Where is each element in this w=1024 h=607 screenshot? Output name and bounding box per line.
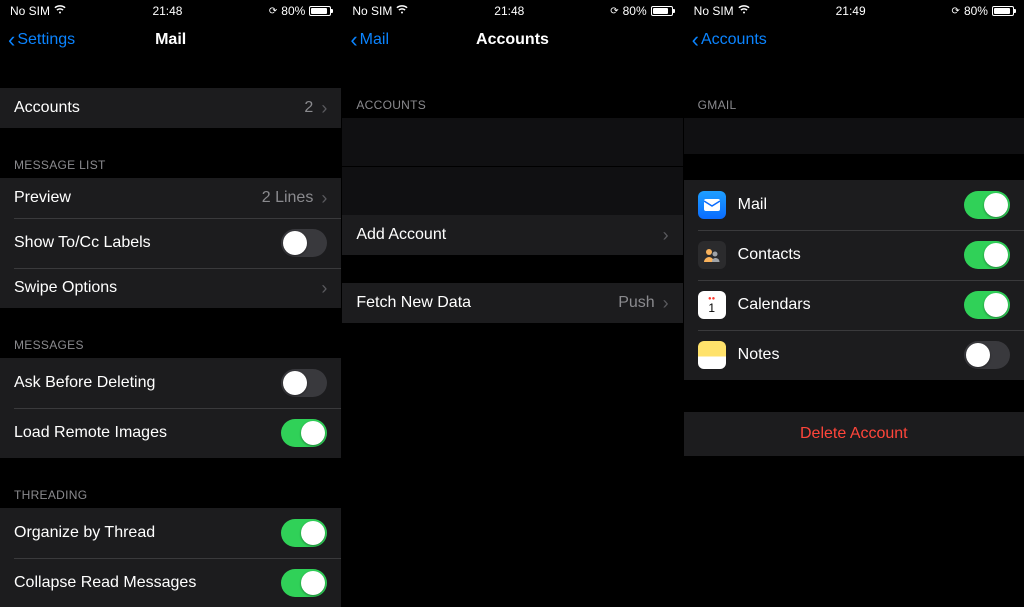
- cell-label: Accounts: [14, 99, 80, 117]
- collapse-read-cell: Collapse Read Messages: [0, 558, 341, 607]
- wifi-icon: [396, 5, 408, 17]
- wifi-icon: [738, 5, 750, 17]
- section-header-message-list: MESSAGE LIST: [0, 148, 341, 178]
- mail-toggle[interactable]: [964, 191, 1010, 219]
- show-tocc-toggle[interactable]: [281, 229, 327, 257]
- cell-label: Collapse Read Messages: [14, 574, 196, 592]
- status-bar: No SIM 21:48 ⟳ 80%: [0, 0, 341, 20]
- rotation-lock-icon: ⟳: [952, 6, 960, 17]
- redacted-account-2[interactable]: [342, 167, 682, 215]
- section-header-accounts: ACCOUNTS: [342, 88, 682, 118]
- preview-value: 2 Lines: [262, 189, 314, 207]
- page-title: Accounts: [342, 31, 682, 49]
- battery-percent: 80%: [281, 4, 305, 18]
- cell-label: Show To/Cc Labels: [14, 234, 151, 252]
- fetch-value: Push: [618, 294, 654, 312]
- ask-before-deleting-cell: Ask Before Deleting: [0, 358, 341, 408]
- nav-bar: ‹ Mail Accounts: [342, 20, 682, 60]
- section-header-gmail: GMAIL: [684, 88, 1024, 118]
- cell-label: Ask Before Deleting: [14, 374, 155, 392]
- calendars-toggle-cell: ●●1 Calendars: [684, 280, 1024, 330]
- cell-label: Notes: [738, 346, 780, 364]
- calendar-icon: ●●1: [698, 291, 726, 319]
- section-header-threading: THREADING: [0, 478, 341, 508]
- mail-toggle-cell: Mail: [684, 180, 1024, 230]
- back-button[interactable]: ‹ Accounts: [692, 29, 767, 51]
- chevron-left-icon: ‹: [8, 29, 15, 51]
- cell-label: Calendars: [738, 296, 811, 314]
- fetch-new-data-cell[interactable]: Fetch New Data Push ›: [342, 283, 682, 323]
- status-time: 21:48: [494, 4, 524, 18]
- redacted-account-1[interactable]: [342, 118, 682, 166]
- wifi-icon: [54, 5, 66, 17]
- add-account-cell[interactable]: Add Account ›: [342, 215, 682, 255]
- status-bar: No SIM 21:49 ⟳ 80%: [684, 0, 1024, 20]
- chevron-right-icon: ›: [321, 189, 327, 207]
- notes-toggle[interactable]: [964, 341, 1010, 369]
- collapse-read-toggle[interactable]: [281, 569, 327, 597]
- cell-label: Load Remote Images: [14, 424, 167, 442]
- notes-toggle-cell: Notes: [684, 330, 1024, 380]
- accounts-count: 2: [304, 99, 313, 117]
- carrier-text: No SIM: [10, 4, 50, 18]
- organize-by-thread-toggle[interactable]: [281, 519, 327, 547]
- show-tocc-cell: Show To/Cc Labels: [0, 218, 341, 268]
- contacts-icon: [698, 241, 726, 269]
- section-header-messages: MESSAGES: [0, 328, 341, 358]
- battery-icon: [309, 6, 331, 16]
- carrier-text: No SIM: [352, 4, 392, 18]
- cell-label: Swipe Options: [14, 279, 117, 297]
- nav-bar: ‹ Accounts: [684, 20, 1024, 60]
- contacts-toggle-cell: Contacts: [684, 230, 1024, 280]
- cell-label: Organize by Thread: [14, 524, 155, 542]
- carrier-text: No SIM: [694, 4, 734, 18]
- status-time: 21:48: [152, 4, 182, 18]
- cell-label: Contacts: [738, 246, 801, 264]
- back-button[interactable]: ‹ Settings: [8, 29, 75, 51]
- swipe-options-cell[interactable]: Swipe Options ›: [0, 268, 341, 308]
- battery-percent: 80%: [964, 4, 988, 18]
- status-time: 21:49: [836, 4, 866, 18]
- nav-bar: ‹ Settings Mail: [0, 20, 341, 60]
- preview-cell[interactable]: Preview 2 Lines ›: [0, 178, 341, 218]
- chevron-right-icon: ›: [321, 99, 327, 117]
- cell-label: Fetch New Data: [356, 294, 471, 312]
- mail-icon: [698, 191, 726, 219]
- delete-account-label: Delete Account: [800, 425, 908, 442]
- chevron-left-icon: ‹: [692, 29, 699, 51]
- back-label: Accounts: [701, 31, 767, 49]
- chevron-right-icon: ›: [321, 279, 327, 297]
- redacted-account-email[interactable]: [684, 118, 1024, 154]
- screen-accounts: No SIM 21:48 ⟳ 80% ‹ Mail Accounts ACCOU…: [341, 0, 682, 607]
- battery-percent: 80%: [623, 4, 647, 18]
- load-remote-images-toggle[interactable]: [281, 419, 327, 447]
- load-remote-images-cell: Load Remote Images: [0, 408, 341, 458]
- screen-mail-settings: No SIM 21:48 ⟳ 80% ‹ Settings Mail Accou…: [0, 0, 341, 607]
- chevron-right-icon: ›: [663, 226, 669, 244]
- chevron-right-icon: ›: [663, 294, 669, 312]
- ask-before-deleting-toggle[interactable]: [281, 369, 327, 397]
- organize-by-thread-cell: Organize by Thread: [0, 508, 341, 558]
- screen-account-detail: No SIM 21:49 ⟳ 80% ‹ Accounts GMAIL Mail: [683, 0, 1024, 607]
- status-bar: No SIM 21:48 ⟳ 80%: [342, 0, 682, 20]
- contacts-toggle[interactable]: [964, 241, 1010, 269]
- notes-icon: [698, 341, 726, 369]
- back-label: Settings: [17, 31, 75, 49]
- cell-label: Mail: [738, 196, 767, 214]
- chevron-left-icon: ‹: [350, 29, 357, 51]
- calendars-toggle[interactable]: [964, 291, 1010, 319]
- back-label: Mail: [360, 31, 389, 49]
- back-button[interactable]: ‹ Mail: [350, 29, 389, 51]
- battery-icon: [992, 6, 1014, 16]
- rotation-lock-icon: ⟳: [269, 6, 277, 17]
- cell-label: Preview: [14, 189, 71, 207]
- delete-account-button[interactable]: Delete Account: [684, 412, 1024, 456]
- cell-label: Add Account: [356, 226, 446, 244]
- rotation-lock-icon: ⟳: [610, 6, 618, 17]
- battery-icon: [651, 6, 673, 16]
- accounts-cell[interactable]: Accounts 2 ›: [0, 88, 341, 128]
